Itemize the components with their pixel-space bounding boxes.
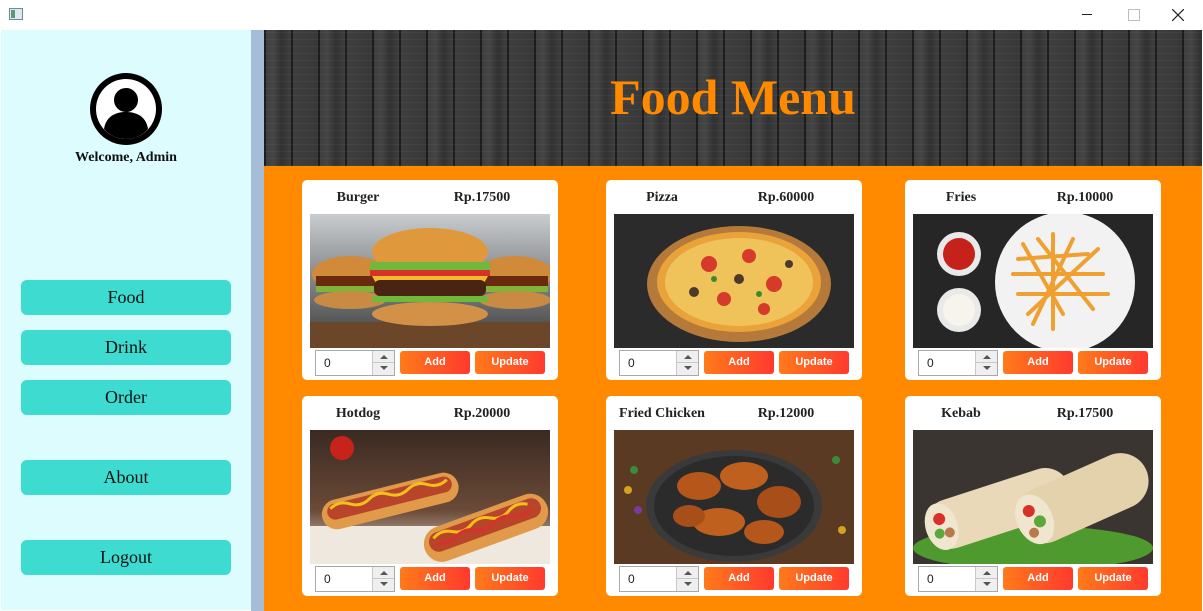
menu-item-card: Pizza Rp.60000 0 Add Update <box>606 180 862 380</box>
burger-photo <box>310 214 550 348</box>
menu-item-card: Fried Chicken Rp.12000 0 Add Update <box>606 396 862 596</box>
app-window-icon <box>9 8 23 20</box>
close-button[interactable] <box>1155 0 1201 30</box>
quantity-stepper[interactable]: 0 <box>315 350 395 376</box>
item-name: Fries <box>945 190 977 205</box>
title-bar <box>0 0 1203 30</box>
add-button[interactable]: Add <box>704 351 774 374</box>
update-button[interactable]: Update <box>779 351 849 374</box>
item-price: Rp.12000 <box>757 406 815 421</box>
update-button[interactable]: Update <box>475 351 545 374</box>
quantity-value: 0 <box>927 572 934 586</box>
item-price: Rp.17500 <box>453 190 511 205</box>
decrement-arrow-icon[interactable] <box>677 579 698 591</box>
increment-arrow-icon[interactable] <box>976 351 997 363</box>
add-button[interactable]: Add <box>400 567 470 590</box>
item-name: Fried Chicken <box>619 406 705 421</box>
page-title: Food Menu <box>610 69 856 125</box>
maximize-button[interactable] <box>1110 0 1156 30</box>
quantity-value: 0 <box>324 356 331 370</box>
fries-photo <box>913 214 1153 348</box>
item-name: Hotdog <box>335 406 381 421</box>
quantity-value: 0 <box>927 356 934 370</box>
header-banner: Food Menu <box>264 30 1202 166</box>
increment-arrow-icon[interactable] <box>677 567 698 579</box>
item-price: Rp.17500 <box>1056 406 1114 421</box>
menu-item-card: Fries Rp.10000 0 Add Update <box>905 180 1161 380</box>
decrement-arrow-icon[interactable] <box>677 363 698 375</box>
logout-button[interactable]: Logout <box>21 540 231 575</box>
kebab-photo <box>913 430 1153 564</box>
pizza-photo <box>614 214 854 348</box>
item-name: Burger <box>336 190 380 205</box>
menu-grid: Burger Rp.17500 0 Add Update Pizza Rp.60… <box>264 166 1202 611</box>
item-name: Kebab <box>941 406 981 421</box>
quantity-stepper[interactable]: 0 <box>619 350 699 376</box>
item-price: Rp.60000 <box>757 190 815 205</box>
add-button[interactable]: Add <box>704 567 774 590</box>
minimize-button[interactable] <box>1064 0 1110 30</box>
quantity-stepper[interactable]: 0 <box>918 566 998 592</box>
item-name: Pizza <box>646 190 678 205</box>
decrement-arrow-icon[interactable] <box>373 579 394 591</box>
update-button[interactable]: Update <box>1078 351 1148 374</box>
food-button[interactable]: Food <box>21 280 231 315</box>
close-icon <box>1172 9 1184 21</box>
sidebar-divider <box>251 30 264 611</box>
menu-item-card: Burger Rp.17500 0 Add Update <box>302 180 558 380</box>
add-button[interactable]: Add <box>1003 351 1073 374</box>
about-button[interactable]: About <box>21 460 231 495</box>
sidebar: Welcome, Admin Food Drink Order About Lo… <box>1 30 251 610</box>
quantity-value: 0 <box>324 572 331 586</box>
add-button[interactable]: Add <box>1003 567 1073 590</box>
increment-arrow-icon[interactable] <box>373 351 394 363</box>
order-button[interactable]: Order <box>21 380 231 415</box>
fried-chicken-photo <box>614 430 854 564</box>
update-button[interactable]: Update <box>1078 567 1148 590</box>
hotdog-photo <box>310 430 550 564</box>
item-price: Rp.10000 <box>1056 190 1114 205</box>
increment-arrow-icon[interactable] <box>976 567 997 579</box>
menu-item-card: Hotdog Rp.20000 0 Add Update <box>302 396 558 596</box>
increment-arrow-icon[interactable] <box>373 567 394 579</box>
welcome-text: Welcome, Admin <box>75 150 177 165</box>
user-avatar-icon <box>90 73 162 145</box>
decrement-arrow-icon[interactable] <box>976 579 997 591</box>
quantity-stepper[interactable]: 0 <box>315 566 395 592</box>
quantity-value: 0 <box>628 572 635 586</box>
decrement-arrow-icon[interactable] <box>976 363 997 375</box>
quantity-value: 0 <box>628 356 635 370</box>
decrement-arrow-icon[interactable] <box>373 363 394 375</box>
increment-arrow-icon[interactable] <box>677 351 698 363</box>
item-price: Rp.20000 <box>453 406 511 421</box>
add-button[interactable]: Add <box>400 351 470 374</box>
drink-button[interactable]: Drink <box>21 330 231 365</box>
update-button[interactable]: Update <box>475 567 545 590</box>
update-button[interactable]: Update <box>779 567 849 590</box>
quantity-stepper[interactable]: 0 <box>619 566 699 592</box>
menu-item-card: Kebab Rp.17500 0 Add Update <box>905 396 1161 596</box>
quantity-stepper[interactable]: 0 <box>918 350 998 376</box>
